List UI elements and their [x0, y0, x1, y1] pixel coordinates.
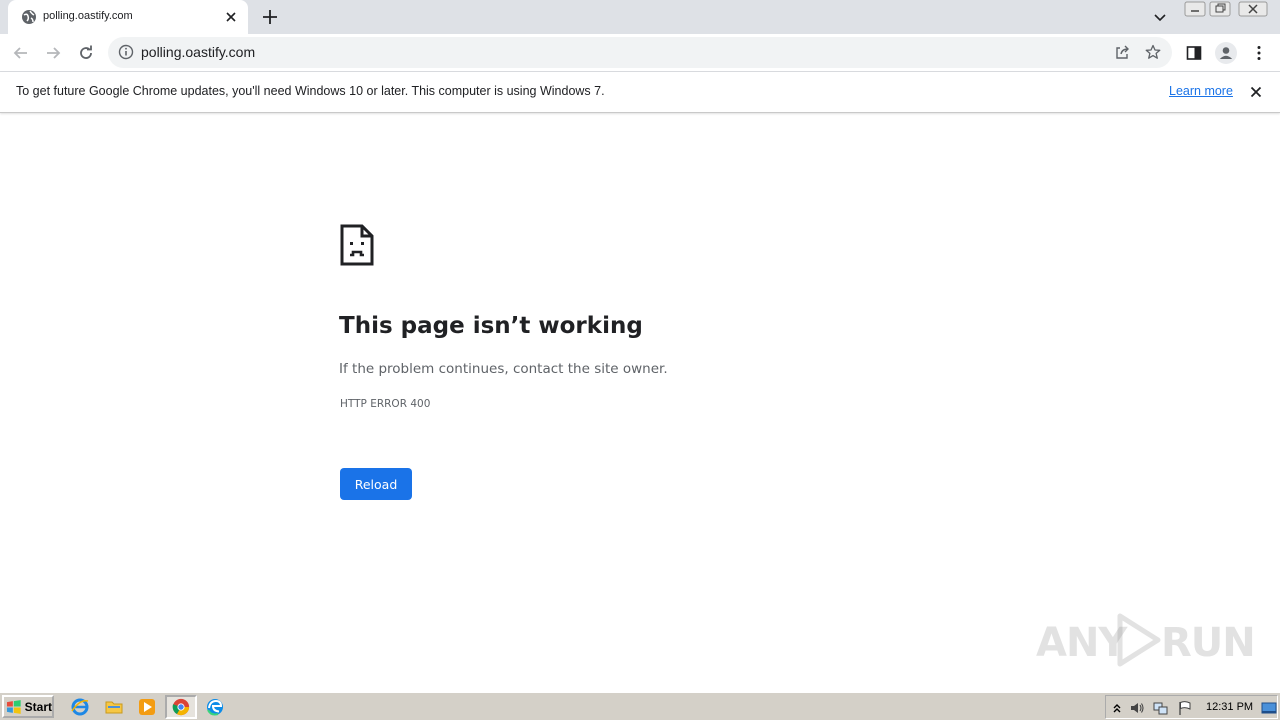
volume-icon[interactable]: [1129, 700, 1145, 716]
sad-document-icon: [340, 224, 374, 266]
show-desktop-icon[interactable]: [1261, 700, 1277, 716]
star-icon[interactable]: [1145, 44, 1161, 60]
chevron-down-icon[interactable]: [1152, 9, 1168, 25]
browser-tab[interactable]: polling.oastify.com: [8, 0, 248, 34]
close-icon[interactable]: [1248, 84, 1264, 100]
error-subtitle: If the problem continues, contact the si…: [339, 361, 668, 377]
profile-icon[interactable]: [1215, 42, 1237, 64]
arrow-left-icon[interactable]: [12, 44, 30, 62]
browser-toolbar: polling.oastify.com: [0, 34, 1280, 72]
share-icon[interactable]: [1114, 44, 1130, 60]
error-code: HTTP ERROR 400: [340, 398, 431, 410]
network-icon[interactable]: [1153, 700, 1169, 716]
windows-logo-icon: [6, 699, 21, 714]
info-icon[interactable]: [118, 44, 134, 60]
error-title: This page isn’t working: [339, 313, 643, 339]
taskbar-chrome-active[interactable]: [165, 695, 197, 719]
show-hidden-icons-icon[interactable]: [1109, 700, 1125, 716]
window-close-icon[interactable]: [1238, 1, 1268, 17]
restore-icon[interactable]: [1209, 1, 1231, 17]
close-icon[interactable]: [223, 9, 239, 25]
play-logo-icon: [1117, 613, 1161, 667]
watermark-text-right: RUN: [1161, 620, 1256, 666]
kebab-menu-icon[interactable]: [1250, 44, 1268, 62]
action-center-flag-icon[interactable]: [1177, 700, 1193, 716]
reload-icon[interactable]: [77, 44, 95, 62]
system-tray: 12:31 PM: [1105, 695, 1278, 719]
reload-button[interactable]: Reload: [340, 468, 412, 500]
side-panel-icon[interactable]: [1185, 44, 1203, 62]
internet-explorer-icon[interactable]: [70, 697, 90, 717]
arrow-right-icon[interactable]: [44, 44, 62, 62]
plus-icon[interactable]: [261, 8, 279, 26]
tab-title: polling.oastify.com: [43, 10, 133, 22]
media-player-icon[interactable]: [137, 697, 157, 717]
clock[interactable]: 12:31 PM: [1206, 701, 1253, 713]
start-label: Start: [24, 699, 52, 714]
globe-icon: [22, 10, 36, 24]
chrome-icon: [172, 698, 190, 716]
update-infobar: To get future Google Chrome updates, you…: [0, 72, 1280, 113]
windows-taskbar: Start 12:31 PM: [0, 692, 1280, 720]
edge-icon[interactable]: [205, 697, 225, 717]
folder-icon[interactable]: [104, 697, 124, 717]
url-text[interactable]: polling.oastify.com: [141, 44, 255, 60]
learn-more-link[interactable]: Learn more: [1169, 84, 1233, 98]
infobar-message: To get future Google Chrome updates, you…: [16, 84, 605, 98]
start-button[interactable]: Start: [2, 695, 54, 718]
tab-strip: polling.oastify.com: [0, 0, 1280, 34]
anyrun-watermark: ANY RUN: [1036, 610, 1256, 670]
address-bar[interactable]: polling.oastify.com: [108, 37, 1172, 68]
minimize-icon[interactable]: [1184, 1, 1206, 17]
